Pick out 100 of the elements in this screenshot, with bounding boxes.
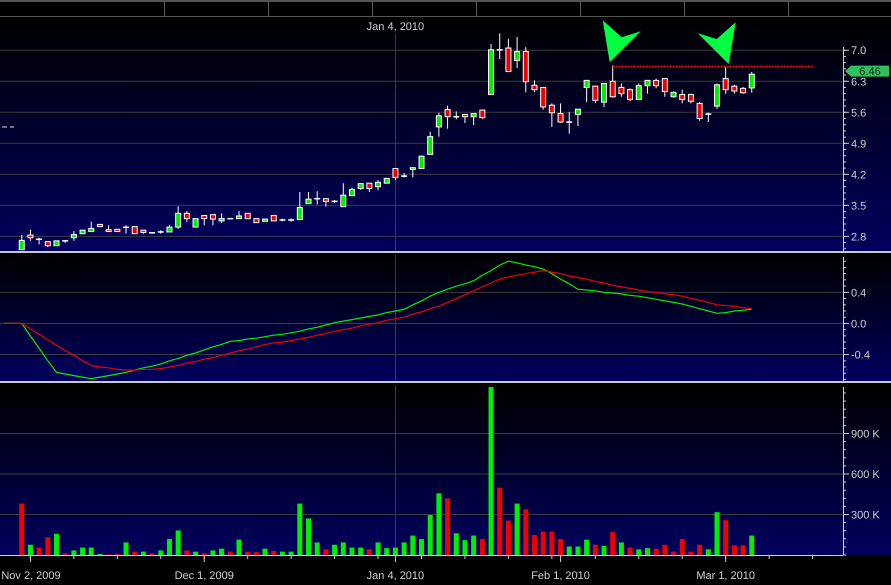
candlestick: [62, 240, 68, 244]
candlestick: [410, 167, 416, 178]
candlestick: [384, 178, 390, 184]
candlestick: [296, 192, 303, 220]
axis-label: 6.3: [851, 76, 866, 88]
volume-bar: [584, 540, 590, 555]
candlestick: [444, 105, 451, 130]
candlestick: [479, 110, 486, 120]
volume-bar: [662, 544, 668, 555]
candlestick: [340, 182, 346, 208]
volume-bar: [271, 550, 276, 555]
candlestick: [192, 218, 199, 228]
volume-bar: [697, 544, 702, 555]
candlestick: [531, 80, 538, 93]
candlestick: [584, 80, 590, 103]
volume-bar: [54, 534, 59, 555]
dash-marker: [2, 126, 14, 128]
candlestick: [618, 82, 624, 98]
candlestick: [514, 36, 520, 68]
candlestick: [158, 230, 164, 234]
candlestick: [96, 224, 103, 228]
candlestick: [627, 88, 634, 102]
candlestick: [705, 112, 712, 123]
candlestick: [88, 221, 94, 232]
candlestick: [740, 86, 746, 94]
axis-label: Feb 1, 2010: [531, 570, 590, 582]
volume-bar: [523, 509, 528, 555]
candlestick: [548, 102, 555, 128]
volume-bar: [306, 518, 312, 555]
volume-bar: [654, 548, 659, 555]
axis-label: 600 K: [851, 468, 880, 481]
axis-label: -0.4: [851, 350, 870, 362]
volume-bar: [358, 548, 364, 555]
candlestick: [348, 187, 355, 196]
volume-bar: [36, 548, 42, 555]
volume-bar: [340, 542, 346, 555]
axis-label: 3.5: [851, 200, 866, 212]
candlestick: [314, 190, 320, 205]
volume-bar: [332, 544, 338, 555]
axis-label: 0.4: [851, 287, 866, 300]
candlestick: [132, 226, 138, 234]
volume-bar: [176, 530, 181, 555]
volume-bar: [436, 493, 442, 555]
volume-bar: [228, 552, 233, 555]
volume-bar: [132, 552, 138, 555]
axis-label: 4.9: [851, 138, 866, 150]
axis-label: 0.0: [851, 318, 866, 330]
candlestick: [636, 82, 642, 100]
axis-label: Nov 2, 2009: [1, 570, 61, 582]
axis-label: Mar 1, 2010: [696, 570, 756, 582]
volume-bar: [71, 550, 76, 555]
volume-bar: [471, 536, 476, 555]
volume-bar: [732, 545, 737, 555]
volume-bar: [410, 536, 416, 555]
candlestick: [574, 108, 581, 127]
volume-bar: [445, 498, 450, 555]
axis-label: 900 K: [851, 428, 880, 440]
date-label: Jan 4, 2010: [366, 21, 424, 33]
candlestick: [279, 218, 286, 222]
volume-bar: [462, 540, 468, 555]
volume-bar: [166, 539, 172, 555]
candlestick: [401, 172, 408, 178]
volume-bar: [628, 548, 633, 555]
volume-bar: [454, 533, 459, 555]
volume-bar: [45, 537, 50, 555]
candlestick: [358, 183, 364, 190]
candlestick: [540, 86, 546, 110]
candlestick: [558, 102, 564, 124]
volume-bar: [610, 532, 616, 555]
volume-bar: [618, 542, 624, 555]
candlestick: [496, 32, 503, 60]
candlestick: [453, 110, 460, 120]
price-tag: 6.46: [845, 66, 889, 78]
axis-label: 7.0: [851, 45, 866, 58]
volume-bar: [193, 552, 198, 555]
volume-bar: [323, 549, 328, 555]
candlestick: [653, 78, 660, 89]
volume-bar: [384, 548, 390, 555]
candlestick: [688, 93, 694, 104]
volume-bar: [184, 550, 190, 555]
candlestick: [332, 200, 338, 204]
volume-bar: [575, 546, 580, 555]
volume-bar: [723, 520, 728, 555]
candlestick: [366, 182, 372, 193]
volume-bar: [428, 515, 433, 555]
candlestick: [522, 46, 529, 93]
volume-bar: [314, 542, 320, 555]
candlestick: [566, 111, 572, 134]
volume-bar: [636, 549, 642, 555]
candlestick: [27, 229, 34, 242]
volume-bar: [740, 545, 746, 555]
candlestick: [470, 113, 477, 126]
candlestick: [488, 44, 494, 96]
candlestick: [392, 168, 398, 181]
candlestick: [644, 80, 650, 94]
arrow-marker: [698, 22, 736, 64]
volume-bar: [297, 504, 302, 555]
volume-bar: [288, 552, 294, 555]
volume-bar: [714, 512, 720, 555]
volume-bar: [254, 552, 259, 555]
